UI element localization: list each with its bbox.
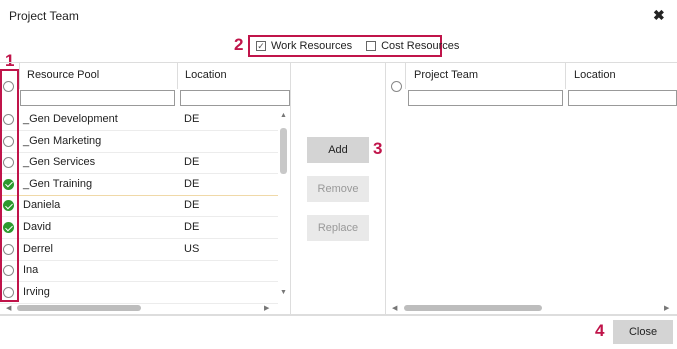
table-row[interactable]: _Gen Development DE [0, 109, 278, 131]
resource-name-cell: _Gen Development [23, 113, 118, 125]
table-row[interactable]: _Gen Training DE [0, 174, 278, 196]
resource-name-cell: _Gen Services [23, 156, 96, 169]
resource-name-cell: Irving [23, 285, 50, 298]
table-row[interactable]: Daniela DE [0, 195, 278, 218]
row-select-radio[interactable] [3, 114, 14, 125]
add-button[interactable]: Add [307, 137, 369, 163]
resource-name-cell: _Gen Training [23, 177, 93, 190]
location-filter-input[interactable] [180, 90, 290, 106]
action-panel: Add Remove Replace [290, 62, 386, 315]
resource-name-cell: Ina [23, 264, 39, 277]
location-cell: DE [184, 113, 200, 125]
resource-pool-vscrollbar[interactable]: ▲ ▼ [279, 112, 289, 300]
project-team-grid: Project Team Location ◀ ▶ [386, 62, 677, 315]
scrollbar-thumb[interactable] [280, 128, 287, 174]
resource-type-filters: ✓ Work Resources Cost Resources [248, 35, 459, 57]
table-row[interactable]: Derrel US [0, 239, 278, 261]
project-team-hscrollbar[interactable]: ◀ ▶ [386, 302, 677, 314]
project-team-location-header[interactable]: Location [574, 63, 616, 89]
location-cell: DE [184, 177, 200, 190]
column-divider [19, 63, 20, 89]
resource-pool-grid: Resource Pool Location _Gen Development D… [0, 62, 290, 315]
location-cell: DE [184, 199, 200, 212]
row-select-radio[interactable] [3, 265, 14, 277]
remove-button[interactable]: Remove [307, 176, 369, 202]
resource-name-cell: Derrel [23, 242, 53, 255]
cost-resources-checkbox[interactable] [366, 41, 377, 51]
location-cell: US [184, 242, 200, 255]
column-divider [565, 63, 566, 89]
replace-button[interactable]: Replace [307, 215, 369, 241]
scroll-right-icon[interactable]: ▶ [664, 304, 669, 312]
scroll-right-icon[interactable]: ▶ [264, 304, 269, 312]
resource-pool-filter-input[interactable] [20, 90, 175, 106]
selected-check-icon[interactable] [3, 200, 14, 212]
location-header[interactable]: Location [185, 63, 227, 89]
column-divider [177, 63, 178, 89]
table-row[interactable]: David DE [0, 217, 278, 239]
dialog-title: Project Team [9, 9, 79, 23]
selected-check-icon[interactable] [3, 178, 14, 190]
row-select-radio[interactable] [3, 243, 14, 255]
project-team-filter-input[interactable] [408, 90, 563, 106]
scrollbar-thumb[interactable] [17, 305, 141, 311]
resource-pool-header[interactable]: Resource Pool [27, 63, 99, 89]
table-row[interactable]: Ina [0, 260, 278, 283]
resource-name-cell: David [23, 221, 52, 233]
scroll-up-icon[interactable]: ▲ [280, 112, 287, 119]
cost-resources-toggle[interactable]: Cost Resources [366, 40, 459, 52]
column-divider [405, 63, 406, 89]
table-row[interactable]: _Gen Services DE [0, 152, 278, 175]
footer-divider [0, 315, 677, 316]
select-all-radio[interactable] [3, 81, 14, 92]
table-row[interactable]: _Gen Marketing [0, 131, 278, 153]
project-team-location-filter-input[interactable] [568, 90, 677, 106]
close-icon[interactable]: ✖ [653, 7, 665, 24]
scroll-left-icon[interactable]: ◀ [6, 304, 11, 312]
close-button[interactable]: Close [613, 320, 673, 344]
scroll-left-icon[interactable]: ◀ [392, 304, 397, 312]
work-resources-toggle[interactable]: ✓ Work Resources [256, 40, 352, 52]
resource-pool-hscrollbar[interactable]: ◀ ▶ [0, 302, 278, 314]
cost-resources-label: Cost Resources [381, 40, 460, 52]
resource-name-cell: Daniela [23, 199, 61, 212]
resource-name-cell: _Gen Marketing [23, 134, 102, 147]
location-cell: DE [184, 221, 200, 233]
selected-check-icon[interactable] [3, 222, 14, 233]
row-select-radio[interactable] [3, 157, 14, 169]
location-cell: DE [184, 156, 200, 169]
table-row[interactable]: Irving [0, 282, 278, 304]
scroll-down-icon[interactable]: ▼ [280, 289, 287, 296]
row-select-radio[interactable] [3, 135, 14, 147]
row-select-radio[interactable] [3, 286, 14, 298]
work-resources-checkbox[interactable]: ✓ [256, 41, 266, 51]
project-team-header[interactable]: Project Team [414, 63, 478, 89]
select-all-radio[interactable] [391, 81, 402, 92]
scrollbar-thumb[interactable] [404, 305, 542, 311]
callout-2: 2 [234, 35, 244, 54]
work-resources-label: Work Resources [271, 40, 353, 52]
callout-4: 4 [595, 321, 605, 340]
